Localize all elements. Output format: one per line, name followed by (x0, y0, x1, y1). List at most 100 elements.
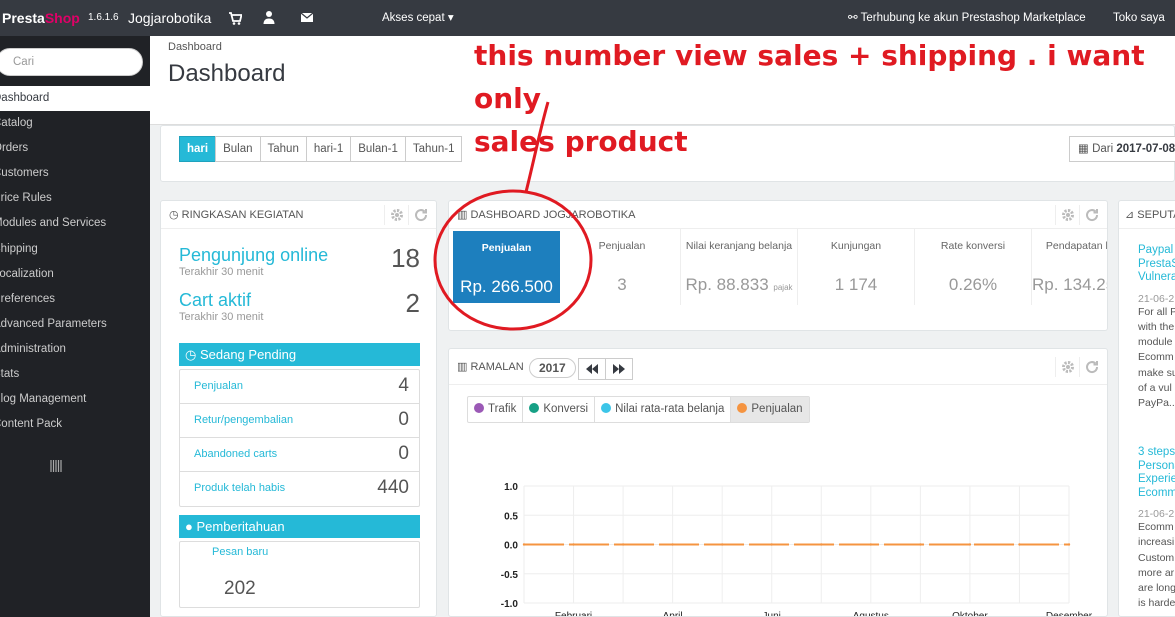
pending-label[interactable]: Retur/pengembalian (194, 414, 293, 426)
active-carts-value: 2 (405, 288, 420, 318)
active-carts-label[interactable]: Cart aktif (179, 290, 263, 311)
cart-icon[interactable] (228, 0, 243, 36)
sales-data-point (621, 543, 625, 546)
kpi-label: Penjualan (481, 242, 532, 254)
news-text-line: make su (1138, 366, 1175, 379)
legend-item-sales[interactable]: Penjualan (730, 397, 809, 422)
kpi-orders[interactable]: Penjualan 3 (564, 229, 681, 305)
sidebar-item-label: Stats (0, 368, 20, 381)
sidebar-item-preferences[interactable]: Preferences (0, 287, 150, 312)
kpi-sales-amount[interactable]: Penjualan Rp. 266.500 (453, 231, 560, 303)
sidebar-item-customers[interactable]: Customers (0, 161, 150, 186)
news-item-title[interactable]: Paypal - PrestaS Vulnera (1138, 244, 1175, 285)
sidebar-item-dashboard[interactable]: Dashboard (0, 86, 150, 112)
refresh-icon[interactable] (408, 205, 432, 225)
online-visitors-sub: Terakhir 30 menit (179, 266, 264, 278)
x-tick-label: Desember (1046, 611, 1093, 617)
new-messages-value: 202 (224, 578, 256, 599)
dashboard-kpi-panel: ▥ DASHBOARD JOGJAROBOTIKA Penjualan Rp. 2… (448, 200, 1108, 331)
period-prev-year-button[interactable]: Tahun-1 (404, 136, 463, 162)
quick-access-menu[interactable]: Akses cepat ▾ (382, 0, 454, 36)
sidebar-item-catalog[interactable]: Catalog (0, 111, 150, 136)
year-navigation (578, 358, 633, 380)
news-panel: ⊿ SEPUTAR Paypal - PrestaS Vulnera 21-06… (1118, 200, 1175, 617)
pending-label[interactable]: Abandoned carts (194, 448, 277, 460)
sidebar-item-content-pack[interactable]: Content Pack (0, 412, 150, 437)
period-prev-month-button[interactable]: Bulan-1 (350, 136, 406, 162)
news-text-line: Ecomm (1138, 351, 1174, 364)
y-tick-label: -1.0 (501, 599, 519, 610)
clock-icon: ◷ (169, 209, 182, 221)
prestashop-logo[interactable]: PrestaShop (2, 0, 80, 36)
forward-icon[interactable] (605, 358, 633, 380)
sidebar-item-orders[interactable]: Orders (0, 136, 150, 161)
news-item: 3 steps Persona Experie Ecomm 21-06-2 Ec… (1138, 446, 1175, 612)
sidebar-collapse-icon[interactable] (50, 460, 62, 472)
kpi-label: Kunjungan (830, 240, 882, 252)
sidebar-item-label: Preferences (0, 292, 56, 305)
user-icon[interactable] (262, 0, 276, 36)
legend-label: Penjualan (751, 403, 803, 415)
news-text-line: PayPa... (1138, 397, 1175, 410)
x-tick-label: April (663, 611, 683, 617)
legend-label: Nilai rata-rata belanja (615, 403, 725, 415)
period-button-group: hari Bulan Tahun hari-1 Bulan-1 Tahun-1 (179, 136, 463, 162)
sidebar-item-modules[interactable]: Modules and Services (0, 211, 150, 236)
sidebar-item-administration[interactable]: Administration (0, 337, 150, 362)
sales-data-point (720, 543, 724, 546)
shop-name[interactable]: Jogjarobotika (128, 0, 211, 36)
clock-icon: ◷ (185, 347, 200, 362)
sidebar-item-stats[interactable]: Stats (0, 362, 150, 387)
mail-icon[interactable] (300, 0, 314, 36)
news-text-line: of a vul (1138, 381, 1172, 394)
pending-value: 4 (398, 375, 409, 396)
sidebar-item-shipping[interactable]: Shipping (0, 237, 150, 262)
breadcrumb[interactable]: Dashboard (168, 41, 222, 53)
kpi-net-profit[interactable]: Pendapatan bersih Rp. 134.250 pajak (1032, 229, 1107, 305)
gear-icon[interactable] (384, 205, 408, 225)
news-text-line: more ar (1138, 566, 1175, 579)
marketplace-link[interactable]: ⚯ Terhubung ke akun Prestashop Marketpla… (848, 0, 1086, 36)
legend-item-avg-cart[interactable]: Nilai rata-rata belanja (594, 397, 730, 422)
logo-presta-text: Presta (2, 10, 45, 26)
legend-dot (601, 403, 612, 413)
notifications-header: ● Pemberitahuan (179, 515, 420, 538)
kpi-visits[interactable]: Kunjungan 1 174 (798, 229, 915, 305)
sales-data-point (820, 543, 823, 546)
sidebar-item-advanced-parameters[interactable]: Advanced Parameters (0, 312, 150, 337)
pending-label[interactable]: Penjualan (194, 380, 243, 392)
pending-header: ◷ Sedang Pending (179, 343, 420, 366)
search-input[interactable]: Cari (0, 48, 143, 76)
period-day-button[interactable]: hari (179, 136, 217, 162)
my-shop-link[interactable]: Toko saya (1113, 0, 1165, 36)
sidebar-item-blog-management[interactable]: Blog Management (0, 387, 150, 412)
pending-label[interactable]: Produk telah habis (194, 482, 285, 494)
period-year-button[interactable]: Tahun (259, 136, 307, 162)
news-item-date: 21-06-2 (1138, 292, 1175, 305)
quick-access-label: Akses cepat (382, 12, 445, 24)
news-item-title[interactable]: 3 steps Persona Experie Ecomm (1138, 446, 1175, 500)
sidebar-item-price-rules[interactable]: Price Rules (0, 186, 150, 211)
refresh-icon[interactable] (1079, 357, 1103, 377)
period-month-button[interactable]: Bulan (215, 136, 261, 162)
sidebar-item-label: Orders (0, 142, 29, 155)
activity-title: RINGKASAN KEGIATAN (181, 209, 304, 221)
legend-item-conversion[interactable]: Konversi (522, 397, 594, 422)
sidebar-item-localization[interactable]: Localization (0, 262, 150, 287)
kpi-conversion[interactable]: Rate konversi 0.26% (915, 229, 1032, 305)
sidebar-item-label: Localization (0, 267, 54, 280)
new-messages-label[interactable]: Pesan baru (212, 546, 268, 558)
sidebar-item-label: Blog Management (0, 393, 87, 406)
year-selector[interactable]: 2017 (529, 358, 576, 378)
online-visitors-block: Pengunjung online Terakhir 30 menit (179, 245, 328, 278)
period-prev-day-button[interactable]: hari-1 (305, 136, 352, 162)
online-visitors-label[interactable]: Pengunjung online (179, 245, 328, 266)
refresh-icon[interactable] (1079, 205, 1103, 225)
info-icon: ● (185, 519, 197, 534)
gear-icon[interactable] (1055, 357, 1079, 377)
kpi-cart-value[interactable]: Nilai keranjang belanja Rp. 88.833 pajak (681, 229, 798, 305)
x-tick-label: Agustus (853, 611, 889, 617)
gear-icon[interactable] (1055, 205, 1079, 225)
backward-icon[interactable] (578, 358, 606, 380)
legend-item-traffic[interactable]: Trafik (468, 397, 522, 422)
